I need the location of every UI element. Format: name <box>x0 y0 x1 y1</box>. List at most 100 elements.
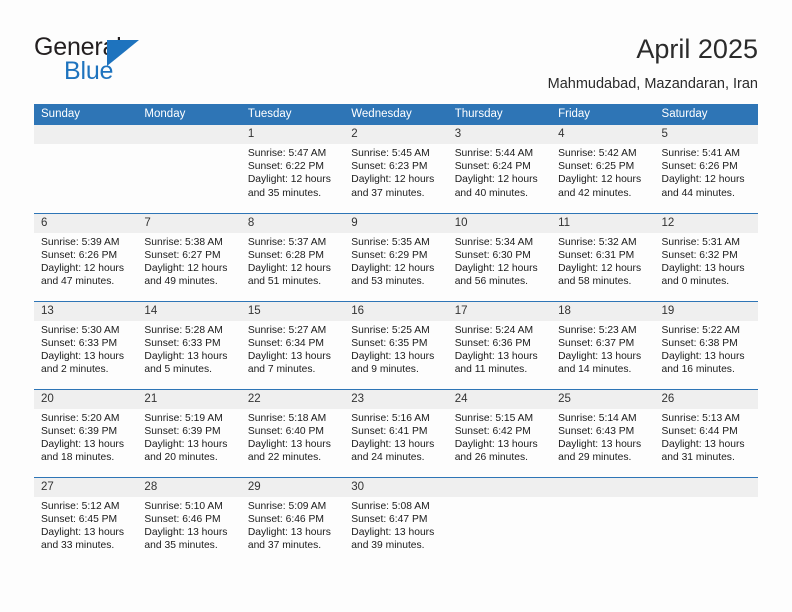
calendar-day-cell[interactable]: 29 Sunrise: 5:09 AM Sunset: 6:46 PM Dayligh… <box>240 476 345 566</box>
sunrise-text: Sunrise: 5:19 AM <box>144 412 223 424</box>
calendar-day-cell[interactable]: 26 Sunrise: 5:13 AM Sunset: 6:44 PM Dayligh… <box>654 388 758 477</box>
daylight-text-line2: and 20 minutes. <box>144 452 218 464</box>
calendar-day-cell[interactable]: 22 Sunrise: 5:18 AM Sunset: 6:40 PM Dayligh… <box>240 388 345 477</box>
sunset-text: Sunset: 6:31 PM <box>558 249 635 261</box>
day-cell-inner <box>137 125 241 213</box>
day-cell-inner: 20 Sunrise: 5:20 AM Sunset: 6:39 PM Dayligh… <box>34 389 138 477</box>
calendar-grid: Sunday Monday Tuesday Wednesday Thursday… <box>34 104 758 565</box>
day-number: 23 <box>344 389 448 409</box>
calendar-day-cell[interactable]: 21 Sunrise: 5:19 AM Sunset: 6:39 PM Dayligh… <box>137 388 241 477</box>
sunrise-text: Sunrise: 5:25 AM <box>351 324 430 336</box>
calendar-day-cell[interactable]: 16 Sunrise: 5:25 AM Sunset: 6:35 PM Dayligh… <box>344 300 448 389</box>
day-cell-inner: 6 Sunrise: 5:39 AM Sunset: 6:26 PM Daylight… <box>34 213 138 301</box>
calendar-day-cell[interactable]: 23 Sunrise: 5:16 AM Sunset: 6:41 PM Dayligh… <box>344 388 448 477</box>
calendar-day-cell-empty <box>34 125 138 213</box>
calendar-day-cell[interactable]: 4 Sunrise: 5:42 AM Sunset: 6:25 PM Daylight… <box>551 125 655 213</box>
calendar-day-cell[interactable]: 10 Sunrise: 5:34 AM Sunset: 6:30 PM Dayligh… <box>447 212 552 301</box>
weekday-header-friday: Friday <box>551 104 655 125</box>
calendar-header-row: Sunday Monday Tuesday Wednesday Thursday… <box>34 104 758 125</box>
day-cell-inner: 30 Sunrise: 5:08 AM Sunset: 6:47 PM Dayligh… <box>344 477 448 566</box>
day-cell-inner: 4 Sunrise: 5:42 AM Sunset: 6:25 PM Daylight… <box>551 125 655 213</box>
calendar-day-cell[interactable]: 20 Sunrise: 5:20 AM Sunset: 6:39 PM Dayligh… <box>34 388 138 477</box>
calendar-day-cell[interactable]: 25 Sunrise: 5:14 AM Sunset: 6:43 PM Dayligh… <box>551 388 655 477</box>
sunrise-text: Sunrise: 5:12 AM <box>41 500 120 512</box>
day-number: 17 <box>447 301 552 321</box>
sunset-text: Sunset: 6:47 PM <box>351 513 428 525</box>
daylight-text-line1: Daylight: 12 hours <box>351 174 435 186</box>
calendar-day-cell[interactable]: 30 Sunrise: 5:08 AM Sunset: 6:47 PM Dayligh… <box>344 476 448 566</box>
day-number: 3 <box>447 125 552 144</box>
calendar-day-cell[interactable]: 7 Sunrise: 5:38 AM Sunset: 6:27 PM Daylight… <box>137 212 241 301</box>
day-number: 25 <box>551 389 655 409</box>
day-number: 8 <box>240 213 345 233</box>
sunset-text: Sunset: 6:32 PM <box>661 249 738 261</box>
sunrise-text: Sunrise: 5:39 AM <box>41 236 120 248</box>
sunrise-text: Sunrise: 5:27 AM <box>247 324 327 336</box>
daylight-text-line2: and 9 minutes. <box>351 364 419 376</box>
day-number: 6 <box>34 213 138 233</box>
weekday-header-thursday: Thursday <box>447 104 552 125</box>
day-cell-inner: 21 Sunrise: 5:19 AM Sunset: 6:39 PM Dayligh… <box>137 389 241 477</box>
general-blue-logo: General Blue <box>34 33 214 91</box>
calendar-day-cell[interactable]: 8 Sunrise: 5:37 AM Sunset: 6:28 PM Daylight… <box>240 212 345 301</box>
calendar-day-cell[interactable]: 15 Sunrise: 5:27 AM Sunset: 6:34 PM Dayligh… <box>240 300 345 389</box>
daylight-text-line1: Daylight: 13 hours <box>661 262 745 274</box>
daylight-text-line1: Daylight: 13 hours <box>144 350 228 362</box>
calendar-day-cell[interactable]: 19 Sunrise: 5:22 AM Sunset: 6:38 PM Dayligh… <box>654 300 758 389</box>
calendar-day-cell[interactable]: 17 Sunrise: 5:24 AM Sunset: 6:36 PM Dayligh… <box>447 300 552 389</box>
day-number: 28 <box>137 477 241 497</box>
sunset-text: Sunset: 6:33 PM <box>41 337 118 349</box>
day-details: Sunrise: 5:18 AM Sunset: 6:40 PM Daylight:… <box>241 409 344 465</box>
calendar-day-cell[interactable]: 14 Sunrise: 5:28 AM Sunset: 6:33 PM Dayligh… <box>137 300 241 389</box>
day-cell-inner <box>551 477 655 566</box>
calendar-day-cell[interactable]: 11 Sunrise: 5:32 AM Sunset: 6:31 PM Dayligh… <box>551 212 655 301</box>
day-details: Sunrise: 5:19 AM Sunset: 6:39 PM Daylight:… <box>137 409 240 465</box>
daylight-text-line1: Daylight: 13 hours <box>144 526 228 538</box>
calendar-day-cell[interactable]: 28 Sunrise: 5:10 AM Sunset: 6:46 PM Dayligh… <box>137 476 241 565</box>
daylight-text-line1: Daylight: 12 hours <box>454 262 538 274</box>
daylight-text-line1: Daylight: 13 hours <box>351 350 435 362</box>
daylight-text-line2: and 47 minutes. <box>41 276 115 288</box>
daylight-text-line2: and 58 minutes. <box>558 276 632 288</box>
calendar-day-cell[interactable]: 3 Sunrise: 5:44 AM Sunset: 6:24 PM Daylight… <box>447 125 552 213</box>
calendar-day-cell[interactable]: 12 Sunrise: 5:31 AM Sunset: 6:32 PM Dayligh… <box>654 212 758 301</box>
daylight-text-line1: Daylight: 13 hours <box>247 438 331 450</box>
daylight-text-line1: Daylight: 13 hours <box>247 350 331 362</box>
calendar-day-cell[interactable]: 2 Sunrise: 5:45 AM Sunset: 6:23 PM Daylight… <box>344 125 448 213</box>
calendar-day-cell[interactable]: 5 Sunrise: 5:41 AM Sunset: 6:26 PM Daylight… <box>654 125 758 213</box>
calendar-week-row: 13 Sunrise: 5:30 AM Sunset: 6:33 PM Dayligh… <box>34 300 758 389</box>
day-details: Sunrise: 5:39 AM Sunset: 6:26 PM Daylight:… <box>34 233 137 289</box>
daylight-text-line2: and 31 minutes. <box>661 452 735 464</box>
calendar-week-row: 6 Sunrise: 5:39 AM Sunset: 6:26 PM Daylight… <box>34 212 758 301</box>
day-cell-inner: 29 Sunrise: 5:09 AM Sunset: 6:46 PM Dayligh… <box>240 477 345 566</box>
calendar-day-cell[interactable]: 13 Sunrise: 5:30 AM Sunset: 6:33 PM Dayligh… <box>34 300 138 389</box>
daylight-text-line1: Daylight: 13 hours <box>41 350 124 362</box>
calendar-day-cell[interactable]: 18 Sunrise: 5:23 AM Sunset: 6:37 PM Dayligh… <box>551 300 655 389</box>
sunset-text: Sunset: 6:26 PM <box>661 161 738 173</box>
daylight-text-line2: and 2 minutes. <box>41 364 109 376</box>
day-details: Sunrise: 5:41 AM Sunset: 6:26 PM Daylight:… <box>655 144 758 200</box>
day-details: Sunrise: 5:14 AM Sunset: 6:43 PM Daylight:… <box>551 409 654 465</box>
day-cell-inner <box>34 125 138 213</box>
day-cell-inner: 27 Sunrise: 5:12 AM Sunset: 6:45 PM Dayligh… <box>34 477 138 566</box>
day-number: 11 <box>551 213 655 233</box>
sunrise-text: Sunrise: 5:23 AM <box>558 324 637 336</box>
day-number: 26 <box>654 389 758 409</box>
daylight-text-line2: and 11 minutes. <box>454 364 528 376</box>
daylight-text-line1: Daylight: 12 hours <box>144 262 228 274</box>
sunset-text: Sunset: 6:36 PM <box>454 337 531 349</box>
day-number: 14 <box>137 301 241 321</box>
calendar-day-cell[interactable]: 24 Sunrise: 5:15 AM Sunset: 6:42 PM Dayligh… <box>447 388 552 477</box>
calendar-day-cell[interactable]: 27 Sunrise: 5:12 AM Sunset: 6:45 PM Dayligh… <box>34 476 138 566</box>
daylight-text-line2: and 44 minutes. <box>661 187 735 199</box>
calendar-day-cell[interactable]: 6 Sunrise: 5:39 AM Sunset: 6:26 PM Daylight… <box>34 212 138 301</box>
day-cell-inner: 17 Sunrise: 5:24 AM Sunset: 6:36 PM Dayligh… <box>447 301 552 389</box>
daylight-text-line2: and 39 minutes. <box>351 540 425 552</box>
day-details: Sunrise: 5:47 AM Sunset: 6:22 PM Daylight:… <box>241 144 344 200</box>
day-number: 7 <box>137 213 241 233</box>
calendar-day-cell[interactable]: 1 Sunrise: 5:47 AM Sunset: 6:22 PM Daylight… <box>240 125 345 213</box>
calendar-day-cell[interactable]: 9 Sunrise: 5:35 AM Sunset: 6:29 PM Daylight… <box>344 212 448 301</box>
calendar-page: General Blue April 2025 Mahmudabad, Maza… <box>0 0 792 612</box>
day-cell-inner: 22 Sunrise: 5:18 AM Sunset: 6:40 PM Dayligh… <box>240 389 345 477</box>
calendar-day-cell-empty <box>137 125 241 213</box>
